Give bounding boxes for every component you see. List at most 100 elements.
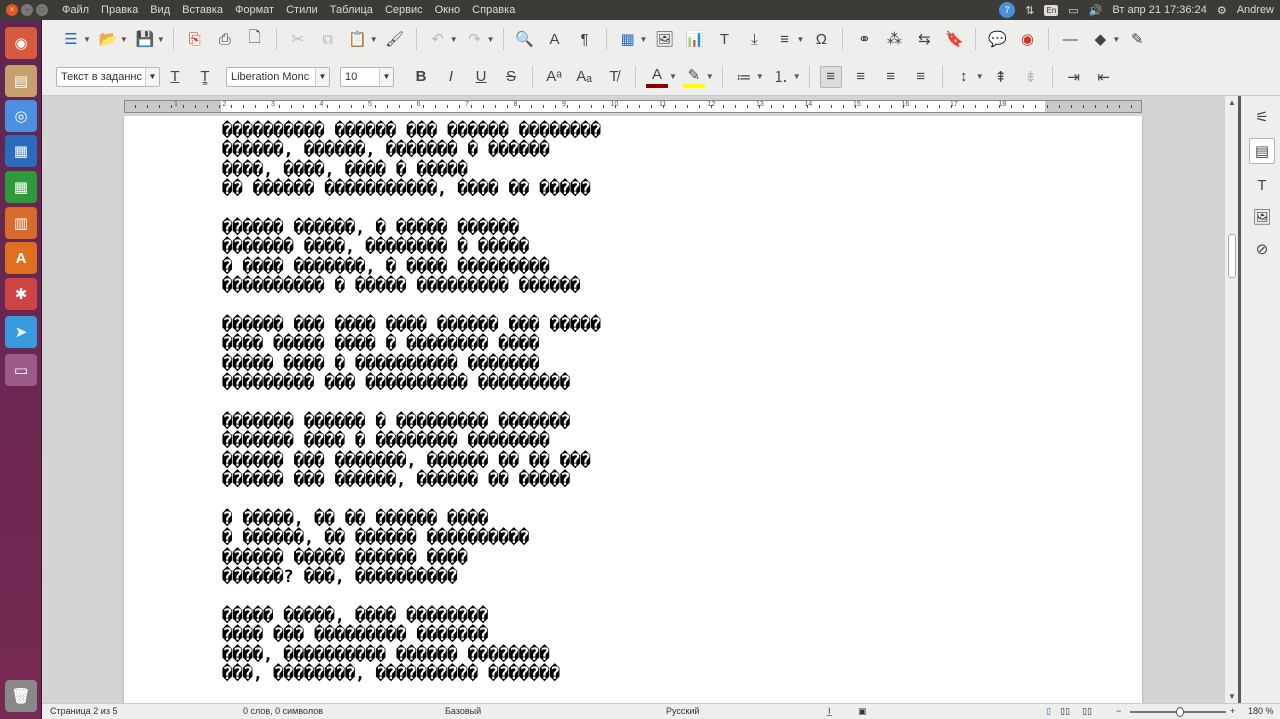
text-line[interactable]: �� ������ �����������, ���� �� �����	[222, 179, 601, 199]
zoom-in-button[interactable]: +	[1230, 706, 1235, 716]
menu-item[interactable]: Сервис	[379, 0, 429, 20]
writer-icon[interactable]: ▦	[5, 135, 37, 167]
chevron-down-icon[interactable]: ▼	[450, 35, 458, 44]
font-name-combo[interactable]: Liberation Monc ▼	[226, 66, 330, 87]
decrease-paragraph-spacing-icon[interactable]: ⇟	[1020, 66, 1042, 88]
insert-mode-icon[interactable]: I̲	[828, 706, 831, 716]
scroll-down-icon[interactable]: ▼	[1225, 692, 1239, 701]
text-line[interactable]: ������ ��� �������, ������ �� �� ���	[222, 451, 601, 471]
increase-paragraph-spacing-icon[interactable]: ⇞	[990, 66, 1012, 88]
insert-field-icon[interactable]: ≡	[773, 28, 795, 50]
text-line[interactable]: ����� �����, ���� ��������	[222, 606, 601, 626]
maximize-window-button[interactable]: □	[36, 4, 48, 16]
close-window-button[interactable]: ×	[6, 4, 18, 16]
save-icon[interactable]: 💾	[134, 28, 156, 50]
bullets-icon[interactable]: ≔	[733, 66, 755, 88]
decrease-indent-icon[interactable]: ⇤	[1093, 66, 1115, 88]
page-count[interactable]: Страница 2 из 5	[50, 706, 117, 716]
clock[interactable]: Вт апр 21 17:36:24	[1112, 4, 1206, 16]
insert-table-icon[interactable]: ▦	[617, 28, 639, 50]
redo-icon[interactable]: ↷	[464, 28, 486, 50]
chevron-down-icon[interactable]: ▼	[640, 35, 648, 44]
zoom-slider-knob[interactable]	[1176, 707, 1184, 717]
text-line[interactable]: ����, ����, ���� � �����	[222, 160, 601, 180]
chevron-down-icon[interactable]: ▼	[487, 35, 495, 44]
software-center-icon[interactable]: A	[5, 242, 37, 274]
book-view-icon[interactable]: ▯▯	[1082, 706, 1092, 717]
underline-icon[interactable]: U	[470, 66, 492, 88]
network-icon[interactable]: ⇅	[1025, 4, 1034, 17]
strikethrough-icon[interactable]: S	[500, 66, 522, 88]
menu-item[interactable]: Окно	[429, 0, 467, 20]
text-line[interactable]: ������ ��� ���� ���� ������ ��� �����	[222, 315, 601, 335]
chromium-icon[interactable]: ◎	[5, 100, 37, 132]
sidebar-toggle-icon[interactable]: ☰	[60, 28, 82, 50]
clear-formatting-icon[interactable]: T̸	[603, 66, 625, 88]
page[interactable]: ���������� ������ ��� ������ �������� ���…	[124, 116, 1142, 703]
text-line[interactable]: ������ ������, � ����� ������	[222, 218, 601, 238]
zoom-out-button[interactable]: −	[1116, 706, 1121, 716]
calc-icon[interactable]: ▦	[5, 171, 37, 203]
multi-page-view-icon[interactable]: ▯▯	[1060, 706, 1070, 717]
properties-icon[interactable]: ⚟	[1249, 104, 1275, 130]
track-changes-icon[interactable]: ◉	[1016, 28, 1038, 50]
menu-item[interactable]: Вставка	[176, 0, 229, 20]
copy-icon[interactable]: ⧉	[317, 28, 339, 50]
font-size-combo[interactable]: 10 ▼	[340, 66, 394, 87]
menu-item[interactable]: Стили	[280, 0, 324, 20]
align-center-icon[interactable]: ≡	[850, 66, 872, 88]
italic-icon[interactable]: I	[440, 66, 462, 88]
find-replace-icon[interactable]: 🔍	[514, 28, 536, 50]
keyboard-layout-indicator[interactable]: En	[1044, 4, 1059, 16]
text-line[interactable]: ���������� � ����� ��������� ������	[222, 276, 601, 296]
volume-icon[interactable]: 🔊	[1089, 4, 1103, 17]
word-count[interactable]: 0 слов, 0 символов	[243, 706, 323, 716]
chevron-down-icon[interactable]: ▼	[315, 67, 329, 86]
text-line[interactable]: ���������� ������ ��� ������ ��������	[222, 121, 601, 141]
special-character-icon[interactable]: Ω	[810, 28, 832, 50]
chevron-down-icon[interactable]: ▼	[793, 72, 801, 81]
draw-icon[interactable]: ✎	[1126, 28, 1148, 50]
image-gallery-icon[interactable]: 🖼	[1249, 204, 1275, 230]
insert-textbox-icon[interactable]: T	[713, 28, 735, 50]
insert-image-icon[interactable]: 🖼	[653, 28, 675, 50]
footnote-icon[interactable]: ⁂	[883, 28, 905, 50]
single-page-view-icon[interactable]: ▯	[1046, 706, 1051, 717]
text-line[interactable]: ������� ������ � ��������� �������	[222, 412, 601, 432]
chevron-down-icon[interactable]: ▼	[1112, 35, 1120, 44]
text-line[interactable]: ������ ����� ������ ����	[222, 548, 601, 568]
menu-item[interactable]: Правка	[95, 0, 144, 20]
styles-icon[interactable]: ▤	[1249, 138, 1275, 164]
basic-shapes-icon[interactable]: ◆	[1089, 28, 1111, 50]
menu-item[interactable]: Таблица	[324, 0, 379, 20]
document-modified-icon[interactable]: ▣	[858, 706, 867, 717]
text-line[interactable]: ������, ������, ������� � ������	[222, 140, 601, 160]
update-style-icon[interactable]: T̲	[164, 66, 186, 88]
formatting-marks-icon[interactable]: ¶	[574, 28, 596, 50]
insert-chart-icon[interactable]: 📊	[683, 28, 705, 50]
print-preview-icon[interactable]: 🗋	[244, 28, 266, 50]
text-line[interactable]: ����, ���������� ������ ��������	[222, 645, 601, 665]
increase-indent-icon[interactable]: ⇥	[1063, 66, 1085, 88]
chevron-down-icon[interactable]: ▼	[756, 72, 764, 81]
chevron-down-icon[interactable]: ▼	[976, 72, 984, 81]
justify-icon[interactable]: ≡	[910, 66, 932, 88]
chevron-down-icon[interactable]: ▼	[120, 35, 128, 44]
gear-icon[interactable]: ⚙	[1217, 4, 1227, 17]
trash-icon[interactable]: 🗑	[5, 680, 37, 712]
menu-item[interactable]: Формат	[229, 0, 280, 20]
text-line[interactable]: ����� ���� � ���������� �������	[222, 354, 601, 374]
bold-icon[interactable]: B	[410, 66, 432, 88]
gallery-icon[interactable]: T	[1249, 172, 1275, 198]
page-style[interactable]: Базовый	[445, 706, 481, 716]
align-right-icon[interactable]: ≡	[880, 66, 902, 88]
menu-item[interactable]: Справка	[466, 0, 521, 20]
text-language[interactable]: Русский	[666, 706, 699, 716]
font-color-icon[interactable]: A	[646, 66, 668, 88]
vertical-scrollbar[interactable]: ▲ ▼	[1224, 96, 1238, 703]
paste-icon[interactable]: 📋	[347, 28, 369, 50]
files-icon[interactable]: ▤	[5, 65, 37, 97]
chevron-down-icon[interactable]: ▼	[83, 35, 91, 44]
menu-item[interactable]: Файл	[56, 0, 95, 20]
subscript-icon[interactable]: Aₐ	[573, 66, 595, 88]
